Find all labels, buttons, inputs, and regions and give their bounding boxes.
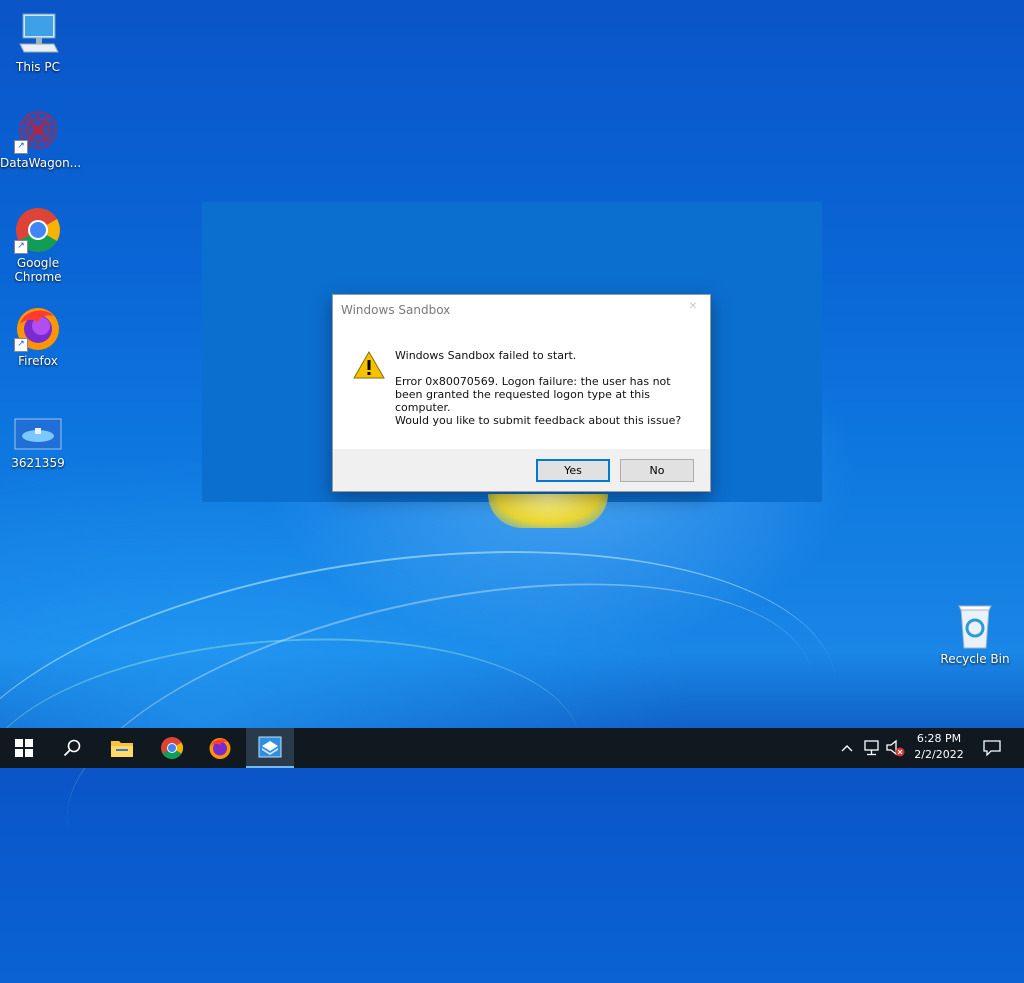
- recycle-bin-icon: [951, 602, 999, 650]
- shortcut-arrow-icon: ↗: [14, 338, 28, 352]
- dialog-heading: Windows Sandbox failed to start.: [395, 349, 577, 362]
- clock-date: 2/2/2022: [914, 748, 964, 761]
- action-center-button[interactable]: [982, 738, 1002, 758]
- taskbar-firefox[interactable]: [196, 728, 244, 768]
- dialog-title: Windows Sandbox: [341, 303, 451, 317]
- desktop-icon-label: This PC: [16, 60, 60, 74]
- taskbar: 6:28 PM 2/2/2022: [0, 728, 1024, 768]
- network-status[interactable]: [862, 738, 882, 758]
- clock-time: 6:28 PM: [916, 732, 962, 745]
- firefox-icon: [209, 738, 231, 759]
- desktop-icon-label: Recycle Bin: [940, 652, 1010, 666]
- computer-icon: [14, 10, 62, 58]
- firefox-icon: ↗: [14, 304, 62, 352]
- speaker-muted-icon: [886, 739, 905, 757]
- chevron-up-icon: [841, 745, 853, 752]
- search-icon: [63, 739, 81, 757]
- dialog-button-bar: Yes No: [333, 449, 710, 491]
- taskbar-windows-sandbox[interactable]: [246, 728, 294, 768]
- desktop-icon-datawagon[interactable]: ↗ DataWagon...: [0, 106, 82, 170]
- network-icon: [864, 740, 879, 756]
- windows-sandbox-icon: [258, 736, 282, 758]
- close-icon[interactable]: ✕: [686, 301, 700, 312]
- taskbar-clock[interactable]: 6:28 PM 2/2/2022: [906, 731, 972, 763]
- shortcut-arrow-icon: ↗: [14, 240, 28, 254]
- desktop-icon-recycle-bin[interactable]: Recycle Bin: [937, 602, 1013, 666]
- file-explorer-icon: [111, 741, 133, 757]
- show-hidden-icons-button[interactable]: [839, 738, 855, 758]
- no-button[interactable]: No: [620, 459, 694, 482]
- dialog-error-text: Error 0x80070569. Logon failure: the use…: [395, 375, 671, 414]
- shortcut-arrow-icon: ↗: [14, 140, 28, 154]
- taskbar-file-explorer[interactable]: [98, 728, 146, 768]
- image-file-icon: [14, 418, 62, 450]
- desktop-icon-label: DataWagon...: [0, 156, 82, 170]
- volume-status[interactable]: [885, 738, 905, 758]
- search-button[interactable]: [48, 728, 96, 768]
- desktop-icon-image-file[interactable]: 3621359: [0, 418, 76, 470]
- datawagon-icon: ↗: [14, 106, 62, 154]
- error-dialog: Windows Sandbox ✕ Windows Sandbox failed…: [332, 294, 711, 492]
- wallpaper-flower: [488, 494, 608, 528]
- desktop-icon-chrome[interactable]: ↗ Google Chrome: [0, 206, 76, 284]
- desktop-icon-label: 3621359: [11, 456, 65, 470]
- yes-button[interactable]: Yes: [536, 459, 610, 482]
- warning-icon: [353, 350, 385, 379]
- desktop-icon-label: Firefox: [18, 354, 58, 368]
- dialog-question: Would you like to submit feedback about …: [395, 414, 682, 427]
- desktop-icon-firefox[interactable]: ↗ Firefox: [0, 304, 76, 368]
- start-button[interactable]: [0, 728, 48, 768]
- desktop-icon-label: Google Chrome: [14, 256, 62, 284]
- start-icon: [15, 739, 33, 757]
- chrome-icon: [161, 737, 183, 759]
- taskbar-chrome[interactable]: [148, 728, 196, 768]
- desktop-icon-this-pc[interactable]: This PC: [0, 10, 76, 74]
- notifications-icon: [983, 740, 1001, 756]
- chrome-icon: ↗: [14, 206, 62, 254]
